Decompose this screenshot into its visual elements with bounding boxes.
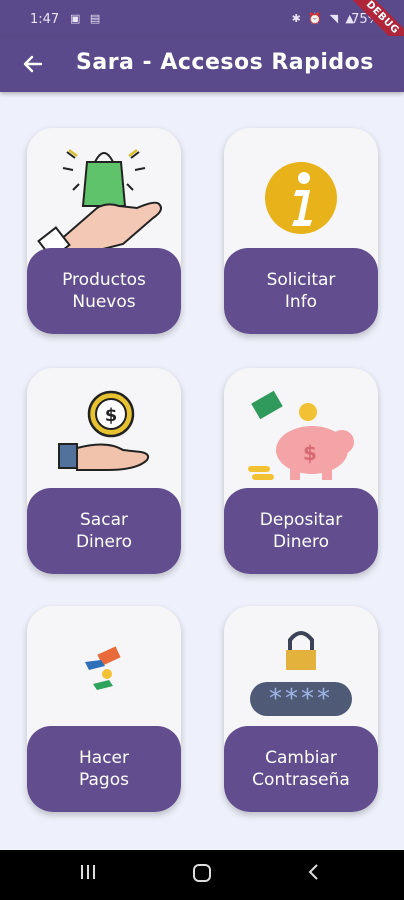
back-button[interactable] <box>18 50 46 78</box>
card-sacar-dinero[interactable]: $ Sacar Dinero <box>27 368 181 574</box>
chevron-left-icon <box>308 864 318 880</box>
home-button[interactable] <box>182 862 222 890</box>
arrow-left-icon <box>23 55 43 73</box>
card-cambiar-contrasena[interactable]: **** Cambiar Contraseña <box>224 606 378 812</box>
hand-holding-shopping-bag-icon <box>27 128 181 260</box>
card-label-line2: Nuevos <box>72 292 136 312</box>
card-label-line1: Sacar <box>80 510 128 530</box>
svg-text:$: $ <box>105 405 118 426</box>
hand-receiving-coin-icon: $ <box>27 368 181 492</box>
hacer-pagos-button[interactable]: Hacer Pagos <box>27 726 181 812</box>
status-time: 1:47 <box>30 12 60 27</box>
sacar-dinero-button[interactable]: Sacar Dinero <box>27 488 181 574</box>
card-label-line2: Info <box>284 292 318 312</box>
app-bar: Sara - Accesos Rapidos <box>0 36 404 92</box>
card-label-line1: Depositar <box>259 510 343 530</box>
solicitar-info-button[interactable]: Solicitar Info <box>224 248 378 334</box>
svg-text:$: $ <box>303 441 317 465</box>
card-label-line2: Dinero <box>75 532 133 552</box>
piggy-bank-icon: $ <box>224 368 378 492</box>
password-mask: **** <box>269 684 333 714</box>
card-productos-nuevos[interactable]: Productos Nuevos <box>27 128 181 334</box>
system-navigation-bar <box>0 850 404 900</box>
depositar-dinero-button[interactable]: Depositar Dinero <box>224 488 378 574</box>
card-label-line1: Solicitar <box>266 270 336 290</box>
card-label-line2: Contraseña <box>252 770 350 790</box>
status-bar: 1:47 ▣ ▤ ✱ ⏰ ◥ ▲ 75% DEBUG <box>0 0 404 60</box>
productos-nuevos-button[interactable]: Productos Nuevos <box>27 248 181 334</box>
card-depositar-dinero[interactable]: $ Depositar Dinero <box>224 368 378 574</box>
cambiar-contrasena-button[interactable]: Cambiar Contraseña <box>224 726 378 812</box>
info-icon <box>224 128 378 252</box>
recent-apps-icon <box>81 865 95 879</box>
back-nav-button[interactable] <box>294 862 334 888</box>
card-label-line1: Cambiar <box>265 748 337 768</box>
password-lock-icon: **** <box>224 606 378 730</box>
card-label-line1: Productos <box>62 270 146 290</box>
card-label-line2: Pagos <box>79 770 129 790</box>
card-solicitar-info[interactable]: Solicitar Info <box>224 128 378 334</box>
system-icons: ✱ ⏰ ◥ ▲ <box>291 12 356 25</box>
recent-apps-button[interactable] <box>68 862 108 888</box>
card-label-line2: Dinero <box>272 532 330 552</box>
card-hacer-pagos[interactable]: Hacer Pagos <box>27 606 181 812</box>
page-title: Sara - Accesos Rapidos <box>76 50 374 75</box>
card-label-line1: Hacer <box>79 748 129 768</box>
home-icon <box>193 864 211 882</box>
notification-icons: ▣ ▤ <box>70 12 104 25</box>
payment-exchange-icon <box>27 606 181 730</box>
